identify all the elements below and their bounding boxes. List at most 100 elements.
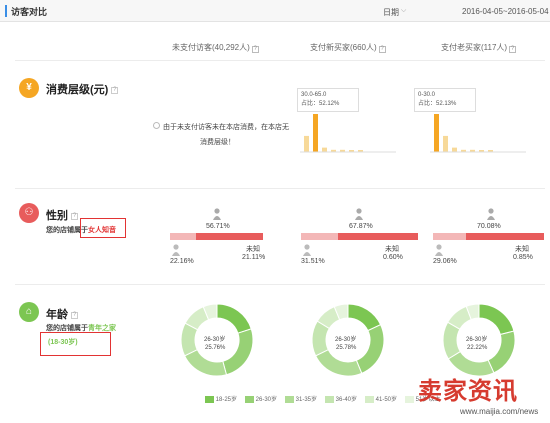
donut-value: 25.76%: [205, 345, 226, 351]
consumption-bar[interactable]: [322, 147, 327, 152]
date-range[interactable]: 2016-04-05~2016-05-04: [462, 7, 549, 16]
legend-item[interactable]: 36-40岁: [325, 394, 357, 403]
legend-item[interactable]: 18-25岁: [205, 394, 237, 403]
help-icon[interactable]: ?: [509, 46, 517, 53]
highlight-box-gender: [80, 218, 126, 238]
legend-item[interactable]: 31-35岁: [285, 394, 317, 403]
female-percent: 56.71%: [206, 223, 230, 230]
section-title-text: 消费层级(元): [46, 84, 109, 96]
female-icon: [355, 208, 363, 222]
building-icon: ⌂: [19, 302, 39, 322]
bar-tooltip: 30.0-65.0 占比：52.12%: [297, 88, 359, 112]
watermark-url: www.maijia.com/news: [460, 407, 539, 416]
gender-group: 56.71% 22.16% 未知 21.11%: [170, 208, 290, 266]
legend-swatch: [245, 395, 254, 403]
legend-label: 26-30岁: [254, 397, 278, 403]
header-accent-bar: [5, 5, 7, 17]
consumption-bar[interactable]: [434, 114, 439, 152]
section-title-consumption: 消费层级(元)?: [46, 81, 119, 97]
help-icon[interactable]: ?: [71, 212, 78, 220]
legend-swatch: [205, 395, 214, 403]
help-icon[interactable]: ?: [71, 311, 78, 319]
donut-slice[interactable]: [216, 303, 252, 334]
legend-swatch: [285, 395, 294, 403]
legend-swatch: [365, 395, 374, 403]
age-desc-prefix: 您的店铺属于: [46, 325, 88, 332]
column-header-new-buyer: 支付新买家(660人)?: [310, 42, 386, 53]
help-icon[interactable]: ?: [378, 46, 386, 53]
female-segment: [338, 233, 419, 240]
female-percent: 70.08%: [477, 223, 501, 230]
consumption-note-line2: 消费层级！: [200, 139, 235, 146]
male-icon: [435, 244, 443, 258]
section-title-text: 性别: [46, 210, 68, 222]
people-icon: ⚇: [19, 203, 39, 223]
help-icon[interactable]: ?: [111, 86, 119, 94]
section-title-gender: 性别?: [46, 207, 78, 223]
column-header-unpaid: 未支付访客(40,292人)?: [172, 42, 259, 53]
column-header-old-buyer: 支付老买家(117人)?: [441, 42, 517, 53]
highlight-box-age: [40, 332, 111, 356]
donut-slice[interactable]: [355, 324, 385, 374]
gender-bar: [301, 233, 419, 240]
donut-slice[interactable]: [478, 303, 515, 336]
consumption-note-line1: 由于未支付访客未在本店消费，在本店无: [163, 124, 289, 131]
section-title-age: 年龄?: [46, 306, 78, 322]
tooltip-ratio: 占比：52.13%: [418, 101, 457, 107]
column-label: 未支付访客(40,292人): [172, 43, 250, 52]
donut-slice[interactable]: [222, 328, 254, 376]
gender-group: 67.87% 31.51% 未知 0.60%: [301, 208, 421, 266]
page-title: 访客对比: [11, 7, 48, 17]
consumption-bar[interactable]: [443, 135, 448, 152]
column-label: 支付新买家(660人): [310, 43, 377, 52]
female-segment: [465, 233, 545, 240]
gender-group: 70.08% 29.06% 未知 0.85%: [433, 208, 550, 266]
male-icon: [303, 244, 311, 258]
male-segment: [301, 233, 339, 240]
column-label: 支付老买家(117人): [441, 43, 508, 52]
chevron-down-icon[interactable]: ⌵: [401, 7, 406, 15]
female-percent: 67.87%: [349, 223, 373, 230]
donut-value: 25.78%: [336, 345, 357, 351]
divider: [15, 188, 545, 189]
gender-bar: [170, 233, 288, 240]
consumption-bar[interactable]: [313, 114, 318, 152]
legend-label: 31-35岁: [294, 397, 318, 403]
female-icon: [487, 208, 495, 222]
donut-slice[interactable]: [314, 348, 363, 377]
female-icon: [213, 208, 221, 220]
legend-swatch: [405, 395, 414, 403]
consumption-bar[interactable]: [304, 135, 309, 152]
gender-bar: [433, 233, 545, 240]
legend-label: 18-25岁: [214, 397, 238, 403]
donut-slice[interactable]: [487, 330, 516, 374]
male-segment: [433, 233, 466, 240]
male-segment: [170, 233, 197, 240]
help-icon[interactable]: ?: [251, 46, 259, 53]
bar-tooltip: 0-30.0 占比：52.13%: [414, 88, 476, 112]
donut-slice[interactable]: [183, 348, 228, 377]
legend-item[interactable]: 26-30岁: [245, 394, 277, 403]
date-label[interactable]: 日期: [383, 7, 399, 18]
donut-value: 22.22%: [467, 345, 488, 351]
legend-item[interactable]: 41-50岁: [365, 394, 397, 403]
male-percent: 31.51%: [301, 258, 325, 265]
female-segment: [196, 233, 264, 240]
unknown-percent: 0.60%: [383, 254, 403, 261]
section-title-text: 年龄: [46, 309, 68, 321]
unknown-percent: 21.11%: [242, 254, 266, 261]
divider: [15, 60, 545, 61]
donut-label: 26-30岁: [204, 337, 226, 343]
divider: [15, 284, 545, 285]
male-icon: [172, 244, 180, 258]
watermark-brand: 卖家资讯: [418, 378, 518, 405]
consumption-bar[interactable]: [452, 147, 457, 152]
unknown-label: 未知: [246, 246, 260, 253]
unknown-percent: 0.85%: [513, 254, 533, 261]
male-percent: 22.16%: [170, 258, 194, 265]
age-desc-highlight: 青年之家: [88, 325, 116, 332]
donut-label: 26-30岁: [466, 337, 488, 343]
consumption-bar-chart-old: [430, 114, 526, 153]
age-legend: 18-25岁 26-30岁 31-35岁 36-40岁 41-50岁 51岁以上: [205, 394, 445, 404]
info-icon: [153, 122, 160, 129]
